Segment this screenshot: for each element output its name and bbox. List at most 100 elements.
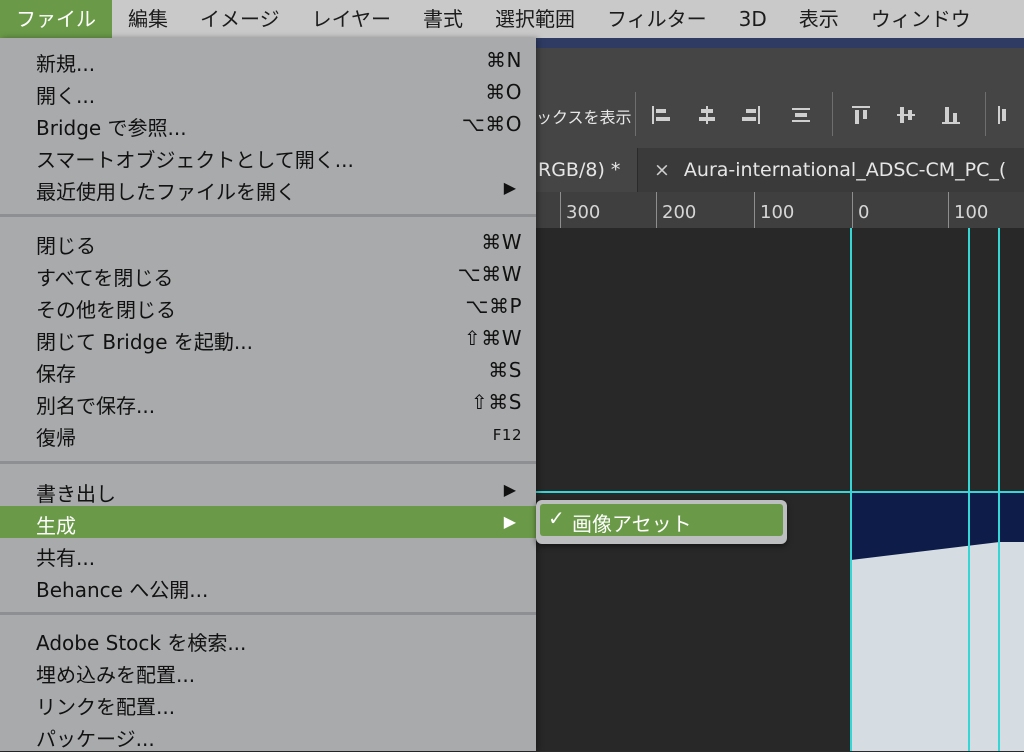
menu-separator [0,612,536,615]
menu-item-close[interactable]: 閉じる ⌘W [0,226,536,258]
file-menu: 新規... ⌘N 開く... ⌘O Bridge で参照... ⌥⌘O スマートオブジ… [0,38,536,751]
menu-item-label: スマートオブジェクトとして開く... [36,148,354,172]
menu-item-close-all[interactable]: すべてを閉じる ⌥⌘W [0,258,536,290]
align-horizontal-center-icon[interactable] [696,104,718,126]
menubar-layer[interactable]: レイヤー [296,0,407,38]
menu-item-browse-bridge[interactable]: Bridge で参照... ⌥⌘O [0,108,536,140]
menu-item-export[interactable]: 書き出し ▶ [0,474,536,506]
ruler-label: 100 [954,202,989,223]
submenu-arrow-icon: ▶ [503,178,516,197]
guide-line-horizontal[interactable] [536,491,1024,493]
menubar-3d[interactable]: 3D [723,0,783,38]
menu-item-label: 共有... [36,546,96,570]
menu-item-search-adobe-stock[interactable]: Adobe Stock を検索... [0,623,536,655]
ruler-tick [948,192,949,228]
menu-item-shortcut: ⌘W [481,230,522,254]
document-tab-label: RGB/8) * [538,159,621,181]
menu-item-open-recent[interactable]: 最近使用したファイルを開く ▶ [0,172,536,204]
submenu-item-label: 画像アセット [572,512,692,536]
menu-item-revert[interactable]: 復帰 F12 [0,418,536,450]
show-transform-controls-label[interactable]: ックスを表示 [536,104,632,128]
menubar-type[interactable]: 書式 [407,0,479,38]
menu-item-label: 閉じる [36,234,96,258]
menu-item-shortcut: ⌥⌘O [461,112,522,136]
menu-item-label: 復帰 [36,426,76,450]
ruler-tick [754,192,755,228]
align-right-icon[interactable] [740,104,762,126]
menubar-image[interactable]: イメージ [184,0,296,38]
document-tab-label: Aura-international_ADSC-CM_PC_( [683,159,1007,181]
generate-submenu: ✓ 画像アセット [536,500,787,544]
menu-item-open-smart-object[interactable]: スマートオブジェクトとして開く... [0,140,536,172]
menu-item-label: Behance へ公開... [36,578,209,602]
checkmark-icon: ✓ [548,506,565,530]
menu-item-place-linked[interactable]: リンクを配置... [0,687,536,719]
menu-item-label: 新規... [36,52,96,76]
options-bar: ックスを表示 [536,48,1024,148]
menu-item-package[interactable]: パッケージ... [0,719,536,751]
menubar-window[interactable]: ウィンドウ [855,0,987,38]
menu-item-shortcut: ⌘O [485,80,522,104]
align-bottom-icon[interactable] [940,104,962,126]
menu-separator [0,214,536,217]
menu-item-label: 埋め込みを配置... [36,663,196,687]
menu-item-label: その他を閉じる [36,298,176,322]
menu-item-place-embedded[interactable]: 埋め込みを配置... [0,655,536,687]
ruler-label: 100 [760,202,795,223]
guide-line-vertical[interactable] [998,228,1000,751]
menu-item-save-as[interactable]: 別名で保存... ⇧⌘S [0,386,536,418]
align-top-icon[interactable] [850,104,872,126]
menu-item-label: 保存 [36,362,76,386]
menubar-file[interactable]: ファイル [0,0,112,38]
menubar-edit[interactable]: 編集 [112,0,184,38]
ruler-tick [852,192,853,228]
menubar-select[interactable]: 選択範囲 [479,0,591,38]
distribute-icon[interactable] [790,104,812,126]
menu-item-share[interactable]: 共有... [0,538,536,570]
submenu-item-image-assets[interactable]: ✓ 画像アセット [540,504,783,536]
horizontal-ruler[interactable]: 300 200 100 0 100 [536,192,1024,229]
menu-item-label: パッケージ... [36,727,155,751]
align-edges-icon[interactable] [996,104,1018,126]
menubar-filter[interactable]: フィルター [591,0,723,38]
menubar: ファイル 編集 イメージ レイヤー 書式 選択範囲 フィルター 3D 表示 ウィ… [0,0,1024,38]
menu-item-label: 書き出し [36,482,116,506]
document-tab-active[interactable]: RGB/8) * [536,148,638,192]
menu-item-behance[interactable]: Behance へ公開... [0,570,536,602]
menu-item-new[interactable]: 新規... ⌘N [0,44,536,76]
menu-item-generate[interactable]: 生成 ▶ [0,506,536,538]
guide-line-vertical[interactable] [968,228,970,751]
close-icon[interactable]: × [654,148,670,192]
ruler-tick [656,192,657,228]
menu-item-shortcut: ⌥⌘P [465,294,522,318]
menu-item-label: 閉じて Bridge を起動... [36,330,253,354]
menubar-view[interactable]: 表示 [783,0,855,38]
menu-item-close-others[interactable]: その他を閉じる ⌥⌘P [0,290,536,322]
menu-item-open[interactable]: 開く... ⌘O [0,76,536,108]
menu-item-shortcut: F12 [492,426,522,444]
menu-item-shortcut: ⌘S [488,358,522,382]
menu-item-label: 最近使用したファイルを開く [36,180,296,204]
menu-item-label: 開く... [36,84,96,108]
ruler-label: 0 [858,202,870,223]
submenu-arrow-icon: ▶ [503,512,516,531]
toolbar-divider [635,92,636,136]
menu-item-shortcut: ⌥⌘W [457,262,522,286]
guide-line-vertical[interactable] [850,228,852,751]
menu-item-label: すべてを閉じる [36,266,174,290]
toolbar-divider [832,92,833,136]
menu-item-label: 生成 [36,514,76,538]
menu-item-label: 別名で保存... [36,394,156,418]
menu-item-shortcut: ⇧⌘W [463,326,522,350]
menu-item-close-go-bridge[interactable]: 閉じて Bridge を起動... ⇧⌘W [0,322,536,354]
toolbar-divider [985,92,986,136]
menu-item-save[interactable]: 保存 ⌘S [0,354,536,386]
ruler-label: 300 [566,202,601,223]
menu-item-label: リンクを配置... [36,695,176,719]
align-left-icon[interactable] [650,104,672,126]
menu-item-label: Bridge で参照... [36,116,187,140]
document-tab[interactable]: × Aura-international_ADSC-CM_PC_( [640,148,1024,192]
align-vertical-center-icon[interactable] [895,104,917,126]
menu-item-shortcut: ⌘N [486,48,522,72]
menu-item-label: Adobe Stock を検索... [36,631,247,655]
